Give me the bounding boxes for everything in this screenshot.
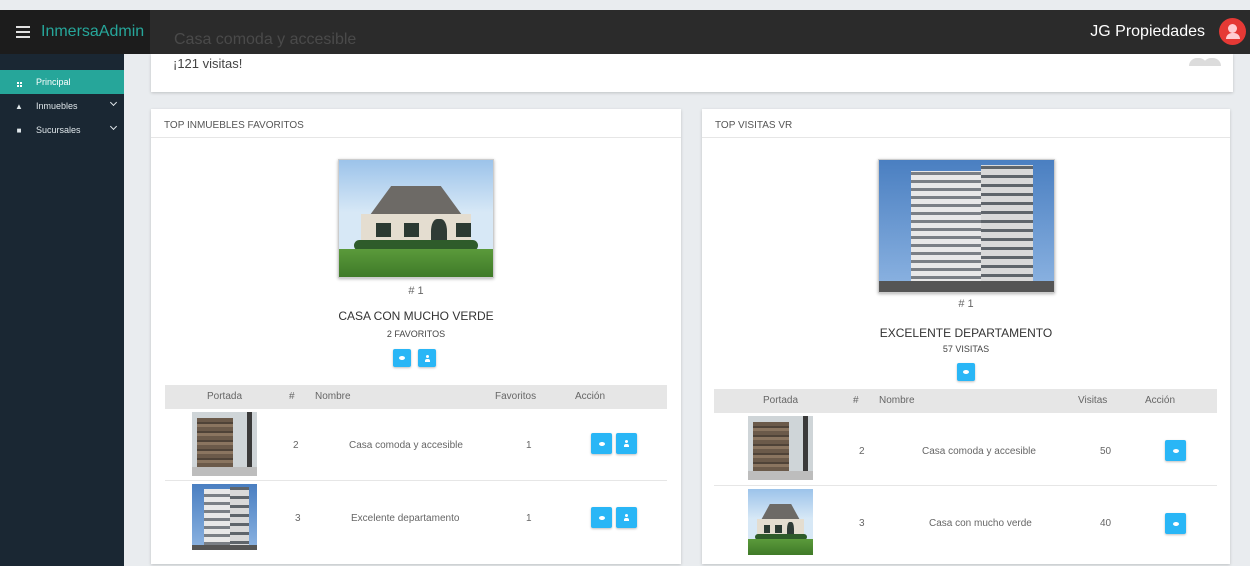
- eye-icon: [598, 441, 605, 446]
- chevron-down-icon: [109, 98, 118, 107]
- column-header-portada: Portada: [763, 395, 799, 406]
- table-row: 3 Casa con mucho verde 40: [714, 487, 1217, 557]
- top-vr-visits-card: TOP VISITAS VR # 1 EXCELENTE DEPARTAMENT…: [702, 109, 1230, 564]
- row-number: 3: [859, 518, 865, 529]
- person-icon: [424, 354, 430, 362]
- row-divider: [165, 480, 667, 481]
- featured-property-name: EXCELENTE DEPARTAMENTO: [879, 326, 1053, 340]
- view-button[interactable]: [1165, 513, 1186, 534]
- view-button[interactable]: [1165, 440, 1186, 461]
- view-button[interactable]: [591, 433, 612, 454]
- person-icon: [624, 514, 629, 521]
- chevron-down-icon: [109, 122, 118, 131]
- eye-icon: [963, 370, 969, 374]
- page-title: Casa comoda y accesible: [174, 31, 357, 48]
- sidebar-item-label: Inmuebles: [36, 101, 78, 111]
- sidebar-item-inmuebles[interactable]: ▲ Inmuebles: [0, 94, 124, 118]
- visits-summary-card: ¡121 visitas!: [151, 42, 1233, 92]
- row-number: 2: [293, 440, 299, 451]
- column-header-number: #: [853, 395, 859, 406]
- column-header-visitas: Visitas: [1078, 395, 1108, 406]
- row-number: 3: [295, 513, 301, 524]
- user-button[interactable]: [418, 349, 436, 367]
- user-avatar-icon[interactable]: [1219, 18, 1246, 45]
- table-row: 2 Casa comoda y accesible 50: [714, 413, 1217, 483]
- column-header-accion: Acción: [575, 391, 606, 402]
- row-name: Casa con mucho verde: [929, 518, 1032, 529]
- eye-icon: [399, 356, 405, 360]
- sidebar-item-label: Principal: [36, 77, 71, 87]
- column-header-nombre: Nombre: [879, 395, 915, 406]
- app-brand[interactable]: InmersaAdmin: [41, 23, 144, 41]
- sidebar: Principal ▲ Inmuebles ■ Sucursales: [0, 54, 124, 566]
- table-header: Portada # Nombre Visitas Acción: [714, 389, 1217, 413]
- row-number: 2: [859, 446, 865, 457]
- card-title: TOP INMUEBLES FAVORITOS: [151, 109, 681, 138]
- eye-icon: [1172, 521, 1179, 526]
- column-header-favoritos: Favoritos: [495, 391, 537, 402]
- featured-favorites-count: 2 FAVORITOS: [386, 329, 446, 339]
- view-button[interactable]: [591, 507, 612, 528]
- row-divider: [714, 485, 1217, 486]
- property-thumbnail: [748, 416, 813, 480]
- eye-icon: [1172, 448, 1179, 453]
- sidebar-item-label: Sucursales: [36, 125, 81, 135]
- column-header-nombre: Nombre: [315, 391, 351, 402]
- view-button[interactable]: [957, 363, 975, 381]
- top-favorites-card: TOP INMUEBLES FAVORITOS # 1 CASA CON MUC…: [151, 109, 681, 564]
- eye-icon: [598, 515, 605, 520]
- row-favorites: 1: [526, 440, 532, 451]
- featured-visits-count: 57 VISITAS: [942, 344, 990, 354]
- row-favorites: 1: [526, 513, 532, 524]
- property-thumbnail: [748, 489, 813, 555]
- table-header: Portada # Nombre Favoritos Acción: [165, 385, 667, 409]
- column-header-accion: Acción: [1145, 395, 1176, 406]
- grid-icon: [14, 77, 24, 87]
- sidebar-item-sucursales[interactable]: ■ Sucursales: [0, 118, 124, 142]
- column-header-number: #: [289, 391, 295, 402]
- featured-rank: # 1: [408, 285, 424, 297]
- top-navbar: InmersaAdmin Casa comoda y accesible JG …: [0, 10, 1250, 54]
- company-name: JG Propiedades: [1090, 23, 1205, 40]
- row-name: Casa comoda y accesible: [922, 446, 1036, 457]
- home-icon: ▲: [15, 101, 23, 111]
- user-button[interactable]: [616, 433, 637, 454]
- row-visits: 40: [1100, 518, 1112, 529]
- row-name: Excelente departamento: [351, 513, 460, 524]
- property-thumbnail: [192, 412, 257, 476]
- featured-property-image: [338, 159, 494, 278]
- briefcase-icon: ■: [16, 125, 22, 135]
- brand-area: InmersaAdmin: [0, 10, 150, 54]
- person-icon: [624, 440, 629, 447]
- row-visits: 50: [1100, 446, 1112, 457]
- sidebar-item-principal[interactable]: Principal: [0, 70, 124, 94]
- property-thumbnail: [192, 484, 257, 550]
- table-row: 3 Excelente departamento 1: [165, 482, 667, 552]
- row-name: Casa comoda y accesible: [349, 440, 463, 451]
- table-row: 2 Casa comoda y accesible 1: [165, 409, 667, 479]
- user-button[interactable]: [616, 507, 637, 528]
- featured-property-name: CASA CON MUCHO VERDE: [338, 309, 494, 323]
- featured-rank: # 1: [958, 298, 974, 310]
- total-visits: ¡121 visitas!: [173, 56, 243, 71]
- column-header-portada: Portada: [207, 391, 243, 402]
- view-button[interactable]: [393, 349, 411, 367]
- card-title: TOP VISITAS VR: [702, 109, 1230, 138]
- hamburger-menu-icon[interactable]: [16, 26, 30, 38]
- featured-property-image: [878, 159, 1055, 293]
